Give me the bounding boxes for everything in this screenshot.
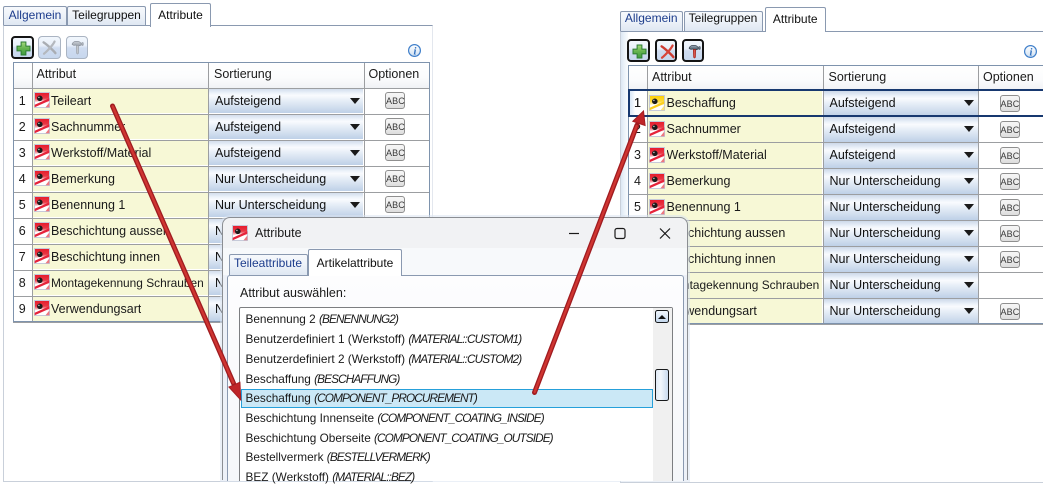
svg-text:i: i bbox=[1029, 47, 1032, 58]
